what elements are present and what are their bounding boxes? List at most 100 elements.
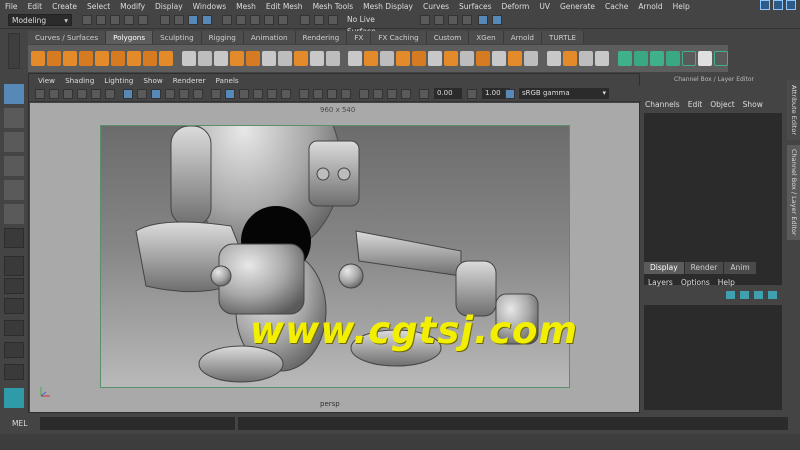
poly-plane-icon[interactable] [111,51,125,66]
magnet-icon[interactable] [328,15,338,25]
mirror-icon[interactable] [245,51,260,66]
perspective-viewport[interactable]: 960 x 540 www.cgtsj.com persp [30,103,639,412]
wireframe-on-shaded-icon[interactable] [239,89,249,99]
channel-box-side-tab[interactable]: Channel Box / Layer Editor [787,145,800,240]
harden-edge-icon[interactable] [649,51,664,66]
lighting-icon[interactable] [267,89,277,99]
symmetry-icon[interactable] [713,51,728,66]
conform-icon[interactable] [681,51,696,66]
select-object-icon[interactable] [174,15,184,25]
select-component-icon[interactable] [188,15,198,25]
menu-modify[interactable]: Modify [115,2,150,11]
render-view-icon[interactable] [420,15,430,25]
menu-generate[interactable]: Generate [555,2,600,11]
shadows-icon[interactable] [281,89,291,99]
layout-icon[interactable] [760,0,770,10]
layout-icon[interactable] [786,0,796,10]
new-layer-selected-icon[interactable] [768,291,777,299]
four-view-layout-icon[interactable] [4,278,24,294]
safe-action-icon[interactable] [193,89,203,99]
multi-cut-icon[interactable] [325,51,340,66]
circularize-icon[interactable] [476,51,491,66]
field-chart-icon[interactable] [179,89,189,99]
open-scene-icon[interactable] [96,15,106,25]
menu-object[interactable]: Object [710,100,734,109]
command-input[interactable] [40,417,235,430]
gamma-icon[interactable] [467,89,477,99]
tab-custom[interactable]: Custom [426,31,470,44]
bridge-icon[interactable] [277,51,292,66]
combine-icon[interactable] [181,51,196,66]
fill-hole-icon[interactable] [309,51,324,66]
paint-select-icon[interactable] [4,132,24,152]
collapse-icon[interactable] [444,51,459,66]
tab-rendering[interactable]: Rendering [295,31,348,44]
planar-map-icon[interactable] [563,51,578,66]
script-language-label[interactable]: MEL [12,419,27,428]
poly-cube-icon[interactable] [47,51,61,66]
select-camera-icon[interactable] [35,89,45,99]
move-layer-down-icon[interactable] [740,291,749,299]
panel-menu-renderer[interactable]: Renderer [168,76,211,85]
snap-plane-icon[interactable] [264,15,274,25]
separate-icon[interactable] [197,51,212,66]
poly-platonic-icon[interactable] [143,51,157,66]
shelf-options-icon[interactable] [8,33,20,69]
persp-outliner-layout-icon[interactable] [4,298,24,314]
menu-windows[interactable]: Windows [188,2,231,11]
tab-anim-layers[interactable]: Anim [724,262,756,274]
save-scene-icon[interactable] [110,15,120,25]
extrude-icon[interactable] [261,51,276,66]
menu-uv[interactable]: UV [534,2,555,11]
boolean-icon[interactable] [229,51,244,66]
menu-curves[interactable]: Curves [418,2,454,11]
menu-display[interactable]: Display [150,2,188,11]
tab-fx-caching[interactable]: FX Caching [371,31,427,44]
menu-surfaces[interactable]: Surfaces [454,2,496,11]
exposure-field[interactable]: 0.00 [434,88,462,99]
menu-file[interactable]: File [0,2,23,11]
tab-polygons[interactable]: Polygons [106,31,154,44]
tab-rigging[interactable]: Rigging [201,31,244,44]
panel-menu-lighting[interactable]: Lighting [99,76,138,85]
move-layer-up-icon[interactable] [726,291,735,299]
scale-tool-icon[interactable] [4,204,24,224]
pick-mask-icon[interactable] [202,15,212,25]
tab-arnold[interactable]: Arnold [503,31,542,44]
hypershade-layout-icon[interactable] [4,342,24,358]
menu-cb-show[interactable]: Show [743,100,763,109]
uv-editor-icon[interactable] [547,51,562,66]
ipr-render-icon[interactable] [448,15,458,25]
modeling-toolkit-icon[interactable] [492,15,502,25]
two-d-pan-icon[interactable] [91,89,101,99]
textured-icon[interactable] [253,89,263,99]
poly-cone-icon[interactable] [79,51,93,66]
wireframe-icon[interactable] [211,89,221,99]
quad-draw-icon[interactable] [380,51,395,66]
persp-graph-layout-icon[interactable] [4,320,24,336]
menu-layers[interactable]: Layers [648,278,673,287]
live-surface-field[interactable]: No Live Surface [339,14,401,36]
tab-curves-surfaces[interactable]: Curves / Surfaces [28,31,107,44]
reverse-normal-icon[interactable] [665,51,680,66]
depth-of-field-icon[interactable] [341,89,351,99]
resolution-gate-icon[interactable] [151,89,161,99]
smooth-icon[interactable] [213,51,228,66]
slide-edge-icon[interactable] [428,51,443,66]
last-tool-icon[interactable] [4,228,24,248]
tab-fx[interactable]: FX [347,31,372,44]
new-layer-icon[interactable] [754,291,763,299]
menu-help[interactable]: Help [668,2,695,11]
menu-mesh-display[interactable]: Mesh Display [358,2,418,11]
snap-curve-icon[interactable] [236,15,246,25]
smooth-shade-icon[interactable] [225,89,235,99]
gate-mask-icon[interactable] [165,89,175,99]
soften-edge-icon[interactable] [633,51,648,66]
panel-menu-shading[interactable]: Shading [60,76,99,85]
connect-icon[interactable] [364,51,379,66]
backface-culling-icon[interactable] [401,89,411,99]
cylindrical-map-icon[interactable] [595,51,610,66]
snap-point-icon[interactable] [250,15,260,25]
poly-torus-icon[interactable] [95,51,109,66]
panel-menu-show[interactable]: Show [138,76,167,85]
